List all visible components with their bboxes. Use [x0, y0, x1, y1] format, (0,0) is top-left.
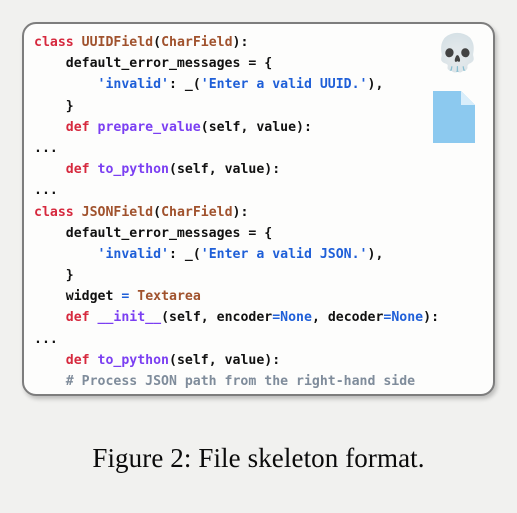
code-token-comment: # Process JSON path from the right-hand … — [65, 374, 416, 389]
code-token-op: = — [272, 310, 281, 326]
code-token-kw: class — [34, 35, 82, 50]
code-token-plain: default_error_messages = { — [34, 56, 273, 72]
code-line: def to_python(self, value): — [34, 350, 489, 371]
code-token-plain: (self, value): — [200, 119, 312, 135]
code-token-plain: ), — [367, 246, 384, 262]
code-line: class UUIDField(CharField): — [34, 32, 489, 53]
code-token-fn: __init__ — [97, 310, 162, 326]
code-token-plain: : _( — [169, 77, 201, 93]
code-token-cls: Textarea — [137, 289, 201, 305]
code-line: widget = Textarea — [34, 286, 489, 307]
code-token-plain: : _( — [169, 246, 201, 262]
code-token-const: None — [391, 310, 424, 326]
code-token-plain: ( — [153, 204, 162, 220]
code-line: default_error_messages = { — [34, 223, 489, 244]
code-token-cls: CharField — [161, 35, 233, 50]
code-line: def to_python(self, value): — [34, 159, 489, 180]
code-token-ellipsis: ... — [34, 140, 58, 156]
code-token-str: 'Enter a valid UUID.' — [200, 77, 368, 93]
code-token-plain: , decoder — [311, 310, 384, 326]
code-token-plain: } — [34, 98, 74, 114]
code-token-str: 'invalid' — [97, 246, 169, 262]
code-token-plain: ( — [153, 35, 162, 50]
code-token-fn: prepare_value — [97, 119, 201, 135]
code-token-plain: ): — [232, 204, 249, 220]
code-line: class JSONField(CharField): — [34, 202, 489, 223]
code-token-kw: def — [65, 310, 98, 326]
code-line: 'invalid': _('Enter a valid UUID.'), — [34, 74, 489, 95]
figure-container: class UUIDField(CharField): default_erro… — [0, 0, 517, 513]
code-token-kw: def — [65, 119, 98, 135]
code-line: # Process JSON path from the right-hand … — [34, 371, 489, 392]
code-token-fn: to_python — [97, 162, 169, 178]
code-line: def __init__(self, encoder=None, decoder… — [34, 307, 489, 328]
code-token-cls: CharField — [161, 204, 233, 220]
skull-icon: 💀 — [435, 32, 480, 73]
figure-caption: Figure 2: File skeleton format. — [92, 443, 425, 473]
code-line: 'invalid': _('Enter a valid JSON.'), — [34, 244, 489, 265]
code-token-ellipsis: ... — [34, 395, 58, 396]
code-token-plain: (self, value): — [169, 162, 281, 178]
code-token-ellipsis: ... — [34, 331, 58, 347]
code-token-plain: (self, value): — [169, 352, 281, 368]
code-token-kw: class — [34, 204, 82, 220]
code-line: } — [34, 96, 489, 117]
code-line: } — [34, 265, 489, 286]
code-skeleton-card: class UUIDField(CharField): default_erro… — [22, 22, 495, 396]
code-token-plain: } — [34, 268, 74, 284]
code-line: def prepare_value(self, value): — [34, 117, 489, 138]
code-token-const: None — [280, 310, 312, 326]
code-token-cls: UUIDField — [81, 35, 154, 50]
document-page-icon — [433, 91, 475, 143]
code-block: class UUIDField(CharField): default_erro… — [34, 32, 489, 396]
code-token-ellipsis: ... — [34, 183, 58, 199]
code-token-plain: default_error_messages = { — [34, 225, 273, 241]
code-token-plain: ): — [232, 35, 249, 50]
code-token-plain: (self, encoder — [161, 310, 273, 326]
code-token-str: 'invalid' — [97, 77, 169, 93]
code-token-fn: to_python — [97, 352, 169, 368]
code-line: ... — [34, 329, 489, 350]
code-line: ... — [34, 392, 489, 396]
code-token-plain: ), — [367, 77, 384, 93]
code-token-cls: JSONField — [81, 204, 154, 220]
code-token-kw: def — [65, 352, 98, 368]
code-token-kw: def — [65, 162, 98, 178]
code-line: ... — [34, 138, 489, 159]
code-token-str: 'Enter a valid JSON.' — [200, 246, 368, 262]
code-token-plain: widget — [34, 289, 122, 305]
code-line: ... — [34, 180, 489, 201]
code-line: default_error_messages = { — [34, 53, 489, 74]
code-token-plain: ): — [423, 310, 440, 326]
